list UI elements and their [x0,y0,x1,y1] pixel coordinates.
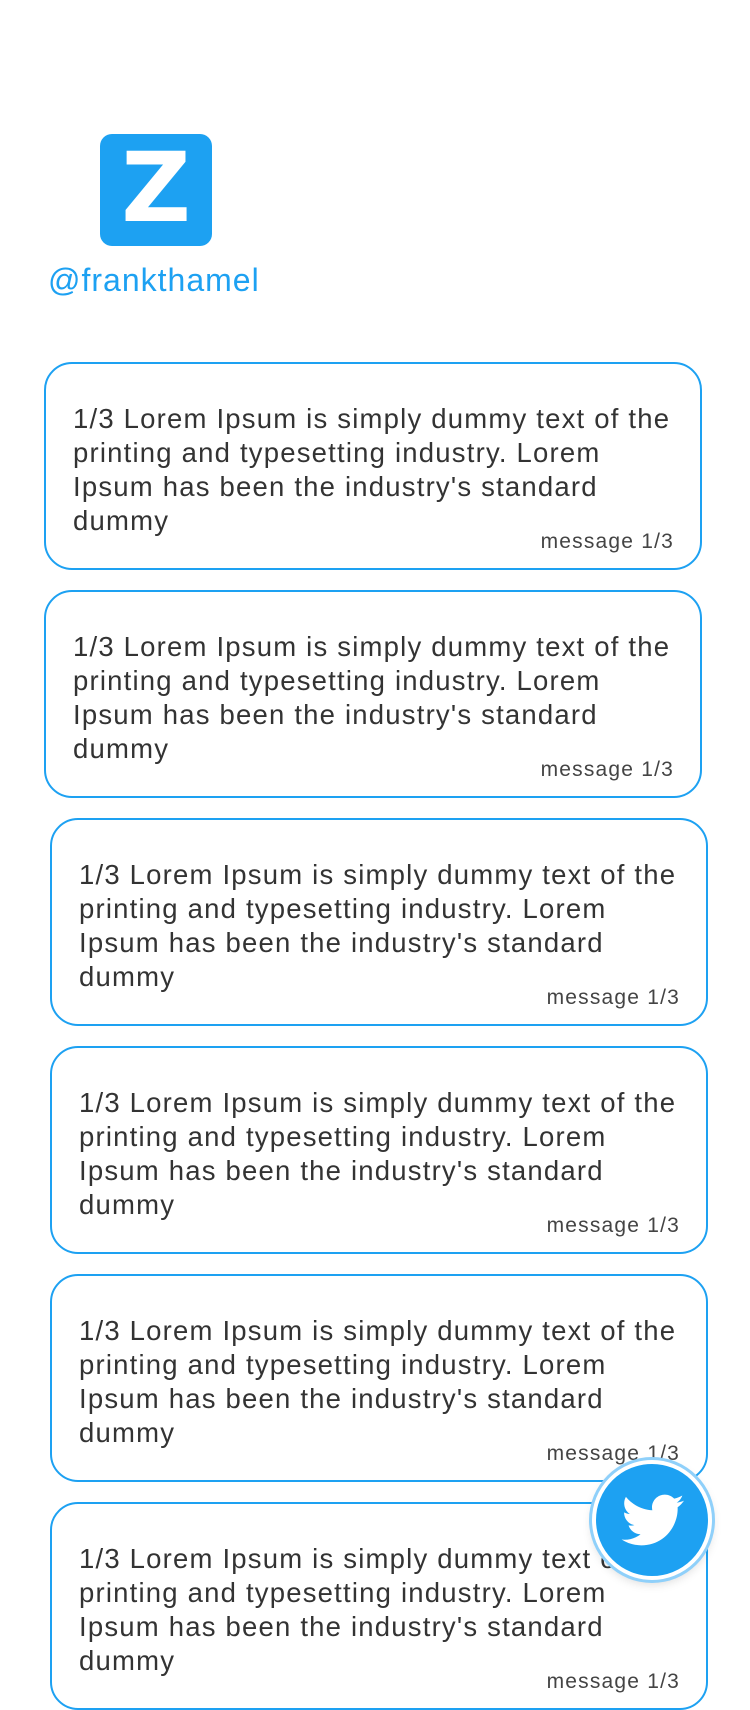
message-feed: 1/3 Lorem Ipsum is simply dummy text of … [0,0,750,1710]
message-text: 1/3 Lorem Ipsum is simply dummy text of … [79,1087,677,1220]
message-counter: message 1/3 [546,1670,680,1693]
message-card[interactable]: 1/3 Lorem Ipsum is simply dummy text of … [50,1046,708,1254]
message-text: 1/3 Lorem Ipsum is simply dummy text of … [79,859,677,992]
message-card[interactable]: 1/3 Lorem Ipsum is simply dummy text of … [44,590,702,798]
twitter-bird-icon [621,1494,685,1546]
compose-tweet-button[interactable] [592,1460,712,1580]
message-text: 1/3 Lorem Ipsum is simply dummy text of … [73,403,671,536]
message-counter: message 1/3 [546,986,680,1009]
message-text: 1/3 Lorem Ipsum is simply dummy text of … [79,1315,677,1448]
message-text: 1/3 Lorem Ipsum is simply dummy text of … [79,1543,677,1676]
message-counter: message 1/3 [540,758,674,781]
message-card[interactable]: 1/3 Lorem Ipsum is simply dummy text of … [50,818,708,1026]
message-counter: message 1/3 [540,530,674,553]
message-counter: message 1/3 [546,1214,680,1237]
message-card[interactable]: 1/3 Lorem Ipsum is simply dummy text of … [50,1274,708,1482]
message-card[interactable]: 1/3 Lorem Ipsum is simply dummy text of … [44,362,702,570]
message-text: 1/3 Lorem Ipsum is simply dummy text of … [73,631,671,764]
